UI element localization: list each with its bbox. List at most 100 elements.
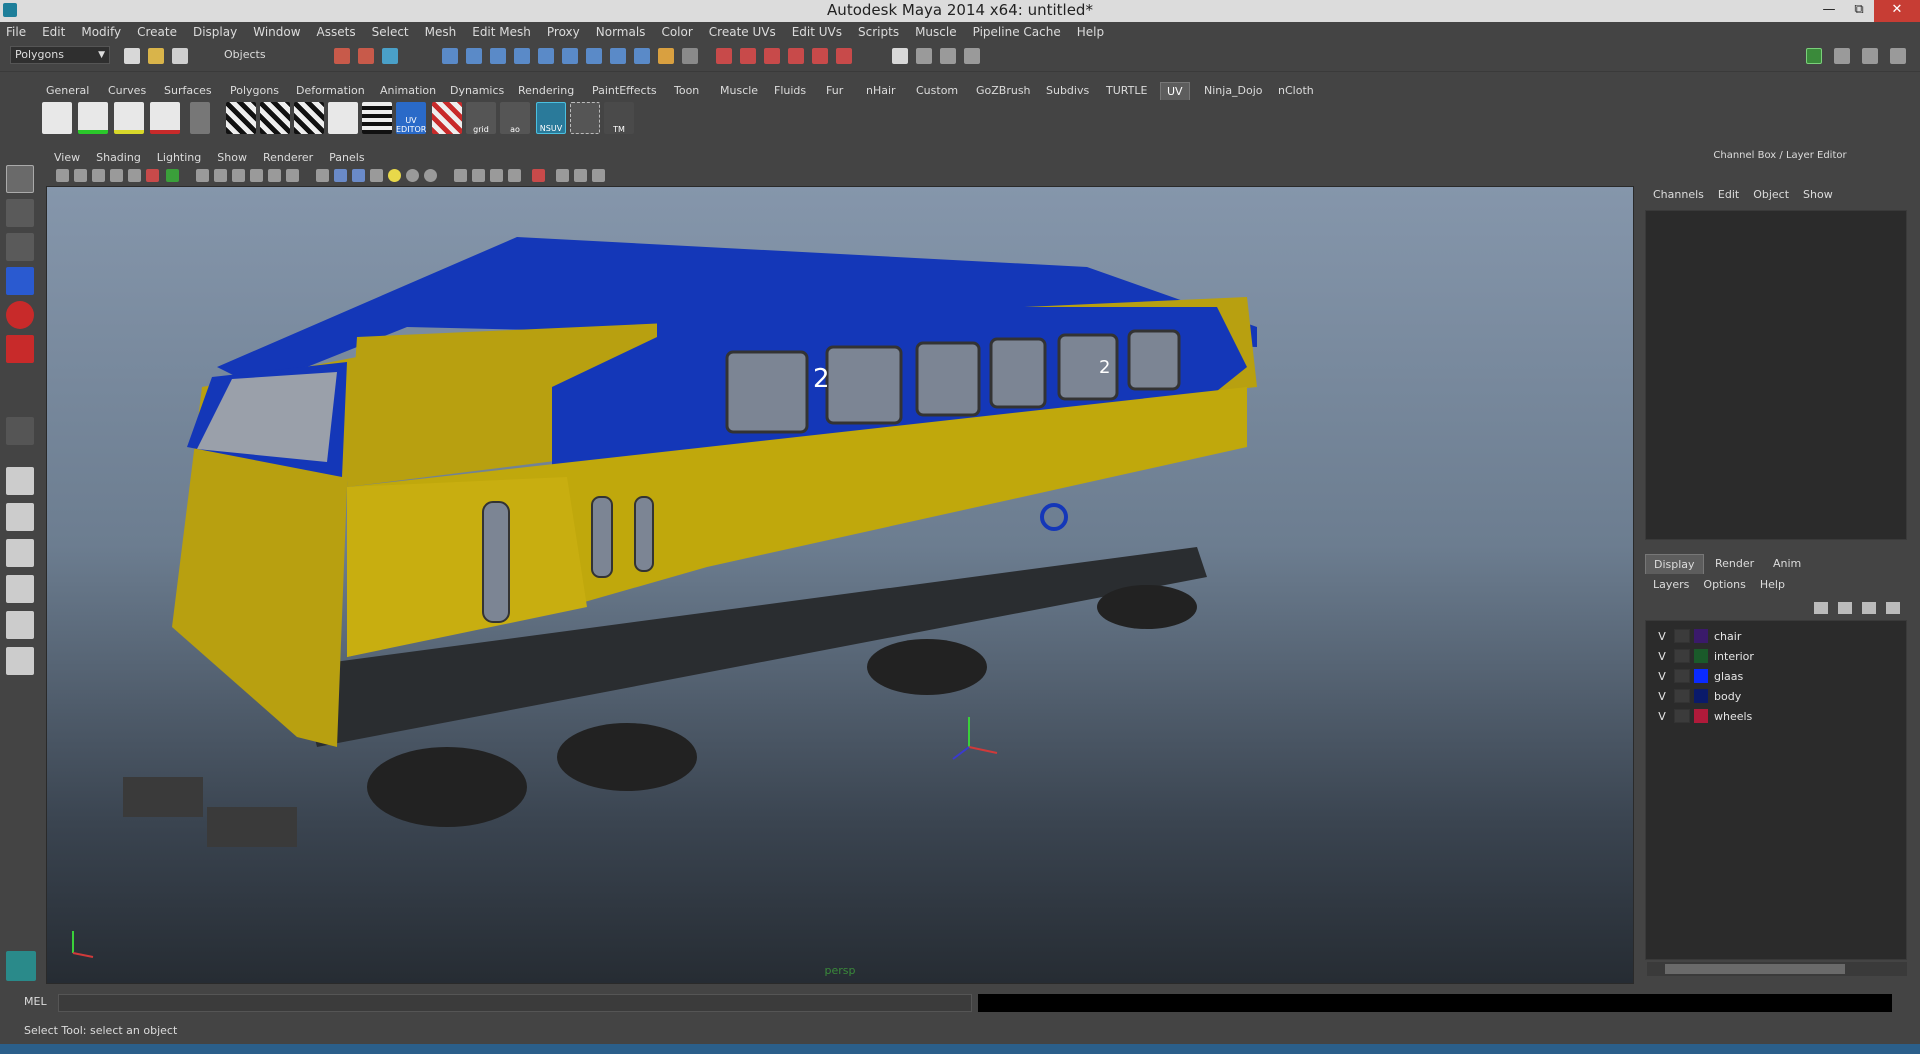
menu-edit[interactable]: Edit: [42, 25, 65, 39]
textured-icon[interactable]: [370, 169, 383, 182]
template-toggle[interactable]: [1674, 709, 1690, 723]
panel-menu-lighting[interactable]: Lighting: [157, 151, 201, 164]
move-tool-icon[interactable]: [6, 267, 34, 295]
snap-to-grids-icon[interactable]: [716, 48, 732, 64]
panel-menu-renderer[interactable]: Renderer: [263, 151, 313, 164]
template-toggle[interactable]: [1674, 669, 1690, 683]
selection-mode-field[interactable]: Objects: [224, 46, 324, 64]
ao-icon[interactable]: ao: [500, 102, 530, 134]
select-by-component-icon[interactable]: [382, 48, 398, 64]
show-tool-settings-icon[interactable]: [1862, 48, 1878, 64]
snap-to-points-icon[interactable]: [764, 48, 780, 64]
menu-muscle[interactable]: Muscle: [915, 25, 957, 39]
layer-menu-layers[interactable]: Layers: [1653, 578, 1689, 596]
shelf-tab-nhair[interactable]: nHair: [860, 82, 902, 100]
snap-to-view-planes-icon[interactable]: [788, 48, 804, 64]
select-misc-icon[interactable]: [610, 48, 626, 64]
layout-persp-outliner-icon[interactable]: [6, 539, 34, 567]
menu-file[interactable]: File: [6, 25, 26, 39]
layer-color-swatch[interactable]: [1694, 629, 1708, 643]
show-attribute-editor-icon[interactable]: [1834, 48, 1850, 64]
checker-grid-icon[interactable]: [362, 102, 392, 134]
uv-hand-icon[interactable]: [190, 102, 210, 134]
last-tool-icon[interactable]: [6, 417, 34, 445]
shelf-tab-polygons[interactable]: Polygons: [224, 82, 285, 100]
select-deformations-icon[interactable]: [538, 48, 554, 64]
menu-color[interactable]: Color: [661, 25, 692, 39]
scrollbar-thumb[interactable]: [1665, 964, 1845, 974]
shelf-tab-gozbrush[interactable]: GoZBrush: [970, 82, 1037, 100]
shelf-tab-animation[interactable]: Animation: [374, 82, 442, 100]
layer-color-swatch[interactable]: [1694, 709, 1708, 723]
move-down-layer-icon[interactable]: [1886, 602, 1900, 614]
wireframe-on-shaded-icon[interactable]: [352, 169, 365, 182]
shelf-tab-deformation[interactable]: Deformation: [290, 82, 371, 100]
shelf-tab-painteffects[interactable]: PaintEffects: [586, 82, 663, 100]
menu-scripts[interactable]: Scripts: [858, 25, 899, 39]
menu-select[interactable]: Select: [372, 25, 409, 39]
layout-single-icon[interactable]: [6, 467, 34, 495]
layer-row-body[interactable]: V body: [1646, 687, 1908, 705]
layout-persp-graph-icon[interactable]: [6, 575, 34, 603]
layer-menu-options[interactable]: Options: [1703, 578, 1745, 596]
save-scene-icon[interactable]: [172, 48, 188, 64]
tab-display[interactable]: Display: [1645, 554, 1704, 574]
uv-cow-icon-3[interactable]: [114, 102, 144, 134]
close-icon[interactable]: ✕: [1874, 0, 1920, 22]
layer-row-interior[interactable]: V interior: [1646, 647, 1908, 665]
scale-tool-icon[interactable]: [6, 335, 34, 363]
select-rendering-icon[interactable]: [586, 48, 602, 64]
render-settings-icon[interactable]: [964, 48, 980, 64]
channel-box-menu-object[interactable]: Object: [1753, 188, 1789, 206]
perspective-viewport[interactable]: 2 2 persp: [46, 186, 1634, 984]
screen-space-ao-icon[interactable]: [424, 169, 437, 182]
film-gate-icon[interactable]: [146, 169, 159, 182]
panel-menu-panels[interactable]: Panels: [329, 151, 364, 164]
checker-icon-3[interactable]: [294, 102, 324, 134]
resolution-gate-icon[interactable]: [166, 169, 179, 182]
shadows-icon[interactable]: [406, 169, 419, 182]
render-view-icon[interactable]: [892, 48, 908, 64]
nsuv-icon[interactable]: NSUV: [536, 102, 566, 134]
xray-components-icon[interactable]: [508, 169, 521, 182]
render-current-frame-icon[interactable]: [916, 48, 932, 64]
grid-icon[interactable]: grid: [466, 102, 496, 134]
select-dynamics-icon[interactable]: [562, 48, 578, 64]
shelf-tab-muscle[interactable]: Muscle: [714, 82, 764, 100]
shelf-tab-curves[interactable]: Curves: [102, 82, 152, 100]
shelf-tab-uv[interactable]: UV: [1160, 82, 1190, 100]
layer-horizontal-scrollbar[interactable]: [1647, 962, 1907, 976]
layer-row-chair[interactable]: V chair: [1646, 627, 1908, 645]
open-scene-icon[interactable]: [148, 48, 164, 64]
tm-icon[interactable]: TM: [604, 102, 634, 134]
select-help-icon[interactable]: [634, 48, 650, 64]
channel-box-area[interactable]: [1645, 210, 1907, 540]
menu-set-dropdown[interactable]: Polygons ▼: [10, 46, 110, 64]
menu-window[interactable]: Window: [253, 25, 300, 39]
menu-display[interactable]: Display: [193, 25, 237, 39]
minimize-icon[interactable]: —: [1814, 0, 1844, 22]
template-toggle[interactable]: [1674, 649, 1690, 663]
layer-color-swatch[interactable]: [1694, 649, 1708, 663]
select-by-hierarchy-icon[interactable]: [334, 48, 350, 64]
make-live-icon[interactable]: [812, 48, 828, 64]
panel-menu-shading[interactable]: Shading: [96, 151, 141, 164]
safe-title-icon[interactable]: [250, 169, 263, 182]
menu-assets[interactable]: Assets: [317, 25, 356, 39]
snap-to-curves-icon[interactable]: [740, 48, 756, 64]
isolate-select-icon[interactable]: [454, 169, 467, 182]
channel-box-menu-show[interactable]: Show: [1803, 188, 1833, 206]
select-surfaces-icon[interactable]: [514, 48, 530, 64]
use-all-lights-icon[interactable]: [388, 169, 401, 182]
tab-anim[interactable]: Anim: [1765, 554, 1809, 574]
select-by-object-icon[interactable]: [358, 48, 374, 64]
shelf-tab-dynamics[interactable]: Dynamics: [444, 82, 510, 100]
menu-pipeline-cache[interactable]: Pipeline Cache: [973, 25, 1061, 39]
safe-action-icon[interactable]: [232, 169, 245, 182]
panel-maximize-icon[interactable]: [574, 169, 587, 182]
select-curves-icon[interactable]: [490, 48, 506, 64]
select-handles-icon[interactable]: [442, 48, 458, 64]
menu-edit-mesh[interactable]: Edit Mesh: [472, 25, 531, 39]
lasso-tool-icon[interactable]: [6, 199, 34, 227]
visibility-toggle[interactable]: V: [1654, 710, 1670, 723]
